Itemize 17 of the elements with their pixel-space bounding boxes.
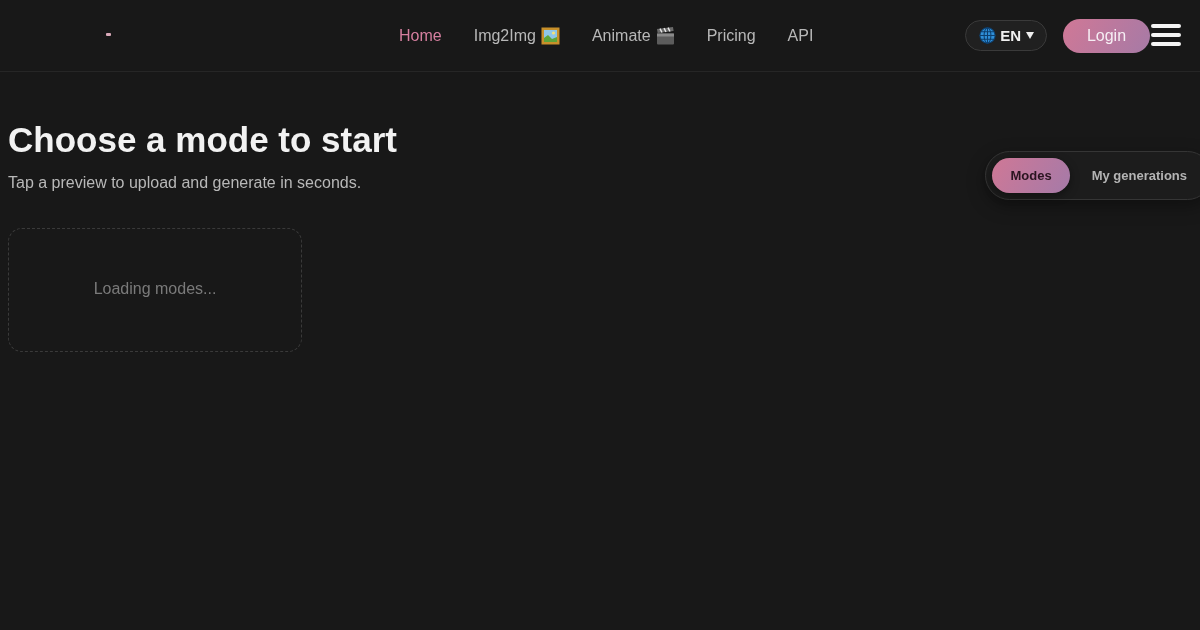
logo-mark-icon bbox=[106, 33, 111, 36]
nav-link[interactable]: Home bbox=[399, 26, 442, 45]
nav-link[interactable]: Img2Img bbox=[473, 26, 560, 45]
tab[interactable]: My generations bbox=[1073, 158, 1200, 193]
clapperboard-icon bbox=[655, 26, 675, 45]
page-title: Choose a mode to start bbox=[8, 119, 397, 161]
globe-icon bbox=[979, 27, 997, 44]
caret-icon bbox=[1026, 32, 1034, 39]
nav-link[interactable]: API bbox=[787, 26, 814, 45]
loading-text: Loading modes... bbox=[93, 280, 217, 298]
language-selector[interactable]: EN bbox=[965, 20, 1047, 51]
menu-icon[interactable] bbox=[1151, 24, 1181, 47]
page-subtitle: Tap a preview to upload and generate in seconds. bbox=[8, 173, 363, 193]
nav-link[interactable]: Pricing bbox=[706, 26, 756, 45]
nav-link[interactable]: Animate bbox=[591, 26, 675, 45]
tab[interactable]: Modes bbox=[992, 158, 1070, 193]
framed-picture-icon bbox=[540, 26, 560, 45]
